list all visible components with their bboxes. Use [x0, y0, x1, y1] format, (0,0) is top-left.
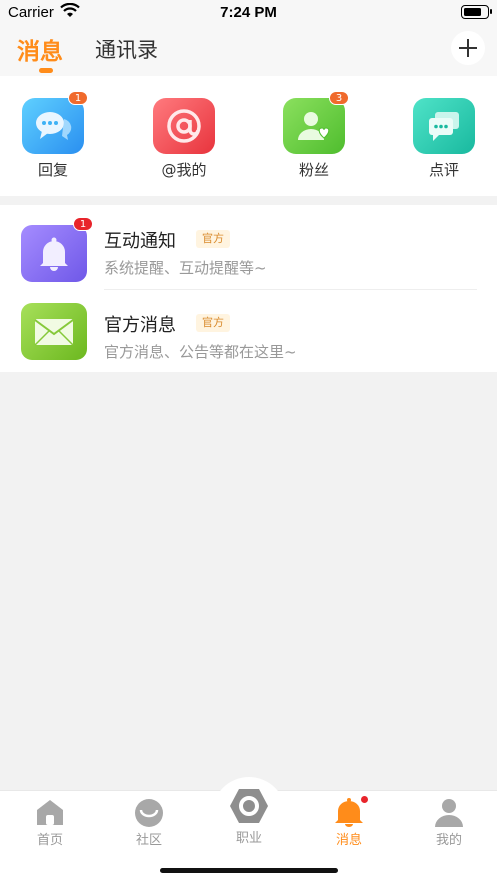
message-title: 互动通知 [104, 231, 176, 252]
reply-badge: 1 [68, 91, 88, 105]
message-title: 官方消息 [104, 315, 176, 336]
fans-badge: 3 [329, 91, 349, 105]
message-subtitle: 官方消息、公告等都在这里~ [104, 343, 297, 361]
bell-icon [333, 795, 369, 827]
status-bar: Carrier 7:24 PM [0, 0, 497, 26]
list-item-official-messages[interactable]: 官方消息 官方 官方消息、公告等都在这里~ [0, 289, 497, 373]
tab-label: 社区 [135, 833, 162, 848]
clock: 7:24 PM [220, 4, 277, 21]
quick-action-label: 点评 [428, 161, 459, 179]
unread-dot [360, 795, 369, 804]
add-button[interactable] [451, 31, 485, 65]
quick-action-label: @我的 [161, 161, 207, 179]
tab-messages-bottom[interactable]: 消息 [314, 795, 384, 848]
tab-contacts[interactable]: 通讯录 [95, 34, 158, 64]
fan-heart-icon: 3 [283, 91, 349, 154]
tab-career[interactable]: 职业 [214, 787, 284, 846]
tab-messages-label: 消息 [17, 39, 63, 65]
quick-action-reviews[interactable]: 点评 [411, 98, 477, 180]
profile-icon [433, 797, 465, 827]
active-tab-indicator [39, 68, 53, 73]
career-hex-icon [229, 787, 269, 825]
tab-home[interactable]: 首页 [15, 797, 85, 848]
tab-messages[interactable]: 消息 [17, 32, 63, 73]
tab-label: 消息 [335, 833, 362, 848]
bell-icon: 1 [21, 217, 93, 282]
comment-icon [413, 98, 475, 154]
at-icon [153, 98, 215, 154]
tab-profile[interactable]: 我的 [414, 797, 484, 848]
tab-label: 首页 [36, 833, 63, 848]
message-list: 1 互动通知 官方 系统提醒、互动提醒等~ 官方消息 官方 官方消息、公告等都在… [0, 205, 497, 372]
notice-badge: 1 [73, 217, 93, 231]
top-tab-header: 消息 通讯录 [0, 26, 497, 76]
official-tag: 官方 [196, 230, 230, 248]
community-icon [133, 797, 165, 827]
home-icon [34, 797, 66, 827]
list-item-interaction-notice[interactable]: 1 互动通知 官方 系统提醒、互动提醒等~ [0, 205, 497, 290]
envelope-icon [21, 303, 87, 360]
quick-action-mentions[interactable]: @我的 [151, 98, 217, 180]
message-subtitle: 系统提醒、互动提醒等~ [104, 259, 267, 277]
official-tag: 官方 [196, 314, 230, 332]
tab-contacts-label: 通讯录 [95, 38, 158, 62]
chat-bubbles-icon: 1 [22, 91, 88, 154]
tab-label: 职业 [235, 831, 262, 846]
quick-action-reply[interactable]: 1 回复 [20, 91, 88, 180]
plus-icon [459, 39, 477, 57]
quick-actions-panel: 1 回复 @我的 3 粉丝 点评 [0, 76, 497, 196]
tab-label: 我的 [435, 833, 462, 848]
quick-action-fans[interactable]: 3 粉丝 [281, 91, 349, 180]
home-indicator [160, 868, 338, 873]
quick-action-label: 粉丝 [298, 161, 329, 179]
battery-icon [461, 5, 492, 19]
quick-action-label: 回复 [37, 161, 68, 179]
tab-community[interactable]: 社区 [114, 797, 184, 848]
